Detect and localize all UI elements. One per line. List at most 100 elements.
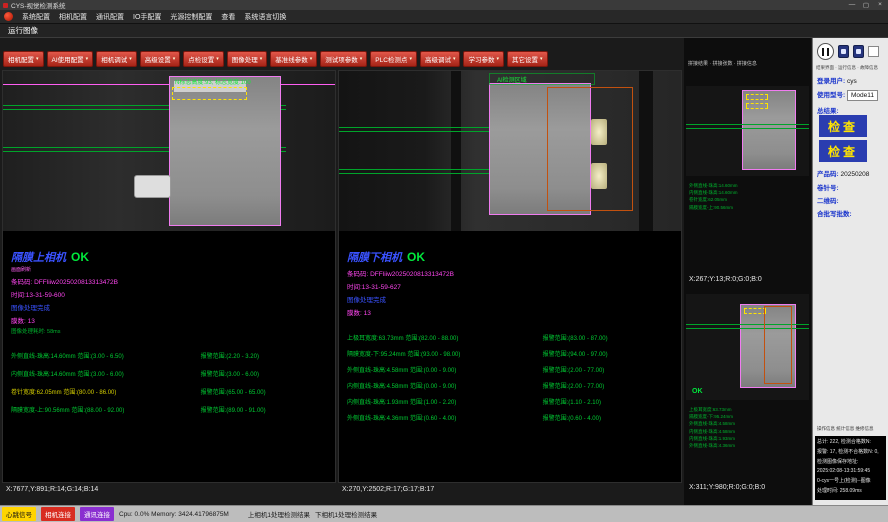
toolbar-button-advanced-settings[interactable]: 高级设置▾ <box>140 51 181 67</box>
mark-roi-box <box>172 87 247 100</box>
alarm-range: 报警范围:(2.00 - 77.00) <box>543 381 673 390</box>
measurement-list: 外侧直线-珠高:14.60mm 范围:(3.00 - 6.50)报警范围:(2.… <box>11 351 327 414</box>
mini-measure: 内侧直线-珠高:1.93mm <box>689 435 735 442</box>
stats-tabs[interactable]: 操作信息 统计信息 维修信息 <box>817 426 874 432</box>
product-code-row: 产品码: 20250208 <box>817 168 869 178</box>
product-region <box>742 90 796 170</box>
toolbar-button-baseline-params[interactable]: 基准线参数▾ <box>270 51 317 67</box>
time-text: 时间:13-31-59-627 <box>347 281 673 291</box>
app-logo-icon <box>4 12 13 21</box>
model-row: 使用型号: Mode11 <box>817 89 878 101</box>
maximize-button[interactable]: ▢ <box>861 1 871 9</box>
close-button[interactable]: × <box>875 1 885 9</box>
top-thumbnail[interactable] <box>686 86 809 176</box>
stats-line: 2025:02:08-13:31:59:45 <box>817 467 884 477</box>
side-panel-tabs[interactable]: 结果界面 · 运行信息 · 故障信息 <box>816 65 878 71</box>
bottom-thumbnail[interactable]: OK <box>686 294 809 400</box>
mini-measure: 上极耳宽度:63.73mm <box>689 406 735 413</box>
measure-value: 外侧直线-珠高:4.36mm 范围:(0.60 - 4.00) <box>347 413 543 422</box>
toolbar-button-label: PLC检测点 <box>375 54 407 64</box>
titlebar: CYS-视觉检测系统 — ▢ × <box>0 0 888 10</box>
detect-roi-box <box>547 87 633 211</box>
toolbar-button-plc-points[interactable]: PLC检测点▾ <box>370 51 417 67</box>
dropdown-caret-icon: ▾ <box>540 56 543 62</box>
lock-icon-button[interactable] <box>853 45 864 58</box>
pin-number-label: 卷针号: <box>817 185 839 192</box>
measure-value: 卷针宽度:62.05mm 范围:(80.00 - 86.00) <box>11 387 201 396</box>
measurement-row: 隔膜宽度-下:95.24mm 范围:(93.00 - 98.00)报警范围:(9… <box>347 349 673 358</box>
camera-icon-button[interactable] <box>838 45 849 58</box>
measurement-row: 外侧直线-珠高:14.60mm 范围:(3.00 - 6.50)报警范围:(2.… <box>11 351 327 360</box>
dropdown-caret-icon: ▾ <box>86 56 89 62</box>
toolbar-button-label: 高级调试 <box>425 54 451 64</box>
heartbeat-status-badge: 心跳信号 <box>2 507 36 521</box>
result-box-bottom: 检查 <box>819 140 867 162</box>
menu-item-comm-config[interactable]: 通讯配置 <box>96 12 124 22</box>
toolbar-button-advanced-debug[interactable]: 高级调试▾ <box>420 51 461 67</box>
toolbar-button-test-params[interactable]: 测试项参数▾ <box>320 51 367 67</box>
window-title: CYS-视觉检测系统 <box>11 0 66 10</box>
status-bar: 心跳信号 相机连接 通讯连接 Cpu: 0.0% Memory: 3424.41… <box>0 505 888 522</box>
measurement-row: 内侧直线-珠高:1.93mm 范围:(1.00 - 2.20)报警范围:(1.1… <box>347 397 673 406</box>
tab-bar: 运行图像 <box>0 24 888 38</box>
result-ok-badge: OK <box>407 250 425 264</box>
mini-measure: 内侧直线-珠高:14.60mm <box>689 189 738 196</box>
measurement-row: 外侧直线-珠高:4.58mm 范围:(0.00 - 9.00)报警范围:(2.0… <box>347 365 673 374</box>
app-icon <box>3 3 8 8</box>
dropdown-caret-icon: ▾ <box>260 56 263 62</box>
menu-item-view[interactable]: 查看 <box>221 12 235 22</box>
menu-item-light-config[interactable]: 光源控制配置 <box>170 12 212 22</box>
toolbar-button-camera-config[interactable]: 相机配置▾ <box>3 51 44 67</box>
pause-button[interactable] <box>817 43 834 60</box>
dropdown-caret-icon: ▾ <box>36 56 39 62</box>
measure-value: 隔膜宽度-上:90.56mm 范围:(88.00 - 92.00) <box>11 405 201 414</box>
measurement-row: 上极耳宽度:63.73mm 范围:(82.00 - 88.00)报警范围:(83… <box>347 333 673 342</box>
menu-item-language[interactable]: 系统语言切换 <box>244 12 286 22</box>
window-controls: — ▢ × <box>847 1 885 9</box>
camera-connection-badge: 相机连接 <box>41 507 75 521</box>
dropdown-caret-icon: ▾ <box>310 56 313 62</box>
toolbar-button-other-settings[interactable]: 其它设置▾ <box>507 51 548 67</box>
right-camera-results: 隔膜下相机 OK 条码码: DFFliiw2025020813313472B 时… <box>339 231 681 422</box>
lower-camera-result-text: 下相机1处理检测结果 <box>315 509 377 519</box>
login-user-row: 登录用户: cys <box>817 75 857 85</box>
elapsed-text: 图像处理耗时: 58ms <box>11 327 327 335</box>
film-count: 膜数: 13 <box>11 315 327 325</box>
minimize-button[interactable]: — <box>847 1 857 9</box>
measure-value: 上极耳宽度:63.73mm 范围:(82.00 - 88.00) <box>347 333 543 342</box>
dropdown-caret-icon: ▾ <box>409 56 412 62</box>
tab-run-image[interactable]: 运行图像 <box>8 25 38 36</box>
result-ok-badge: OK <box>71 250 89 264</box>
left-camera-image[interactable]: N标志高度:93; 标志宽度:100 <box>3 71 335 231</box>
toolbar-button-camera-debug[interactable]: 相机调试▾ <box>96 51 137 67</box>
menu-item-io-config[interactable]: IO手配置 <box>133 12 161 22</box>
measure-value: 内侧直线-珠高:4.58mm 范围:(0.00 - 9.00) <box>347 381 543 390</box>
result-box-top: 检查 <box>819 115 867 137</box>
toolbar-button-learning-params[interactable]: 学习参数▾ <box>463 51 504 67</box>
batch-row: 合批写批数: <box>817 208 852 218</box>
toolbar-button-label: 基准线参数 <box>275 54 308 64</box>
connector-part <box>134 175 171 198</box>
alarm-range: 报警范围:(2.00 - 77.00) <box>543 365 673 374</box>
toolbar: 相机配置▾ AI使用配置▾ 相机调试▾ 高级设置▾ 点检设置▾ 图像处理▾ 基准… <box>3 51 548 67</box>
left-camera-panel: N标志高度:93; 标志宽度:100 隔膜上相机 OK 画面刷新 条码码: DF… <box>2 70 336 483</box>
toolbar-button-label: AI使用配置 <box>52 54 84 64</box>
toolbar-button-ai-config[interactable]: AI使用配置▾ <box>47 51 94 67</box>
blank-toggle-button[interactable] <box>868 46 879 57</box>
side-panel: 结果界面 · 运行信息 · 故障信息 登录用户: cys 使用型号: Mode1… <box>812 38 888 505</box>
stats-line: 处理时间: 258.09ms <box>817 487 884 497</box>
comm-connection-badge: 通讯连接 <box>80 507 114 521</box>
right-camera-image[interactable]: AI检测区域 <box>339 71 681 231</box>
toolbar-button-spot-check[interactable]: 点检设置▾ <box>183 51 224 67</box>
pin-number-row: 卷针号: <box>817 182 839 192</box>
menu-item-system-config[interactable]: 系统配置 <box>22 12 50 22</box>
model-select[interactable]: Mode11 <box>847 90 878 101</box>
menu-item-camera-config[interactable]: 相机配置 <box>59 12 87 22</box>
alarm-range: 报警范围:(83.00 - 87.00) <box>543 333 673 342</box>
dropdown-caret-icon: ▾ <box>216 56 219 62</box>
overlay-label: AI检测区域 <box>497 75 527 84</box>
stats-line: 报警: 17, 检测不合格数N: 0, <box>817 448 884 458</box>
toolbar-button-image-process[interactable]: 图像处理▾ <box>227 51 268 67</box>
stats-log: 总计: 222, 检测合格数N: 报警: 17, 检测不合格数N: 0, 检测图… <box>815 436 886 500</box>
menu-bar: 系统配置 相机配置 通讯配置 IO手配置 光源控制配置 查看 系统语言切换 <box>0 10 888 24</box>
